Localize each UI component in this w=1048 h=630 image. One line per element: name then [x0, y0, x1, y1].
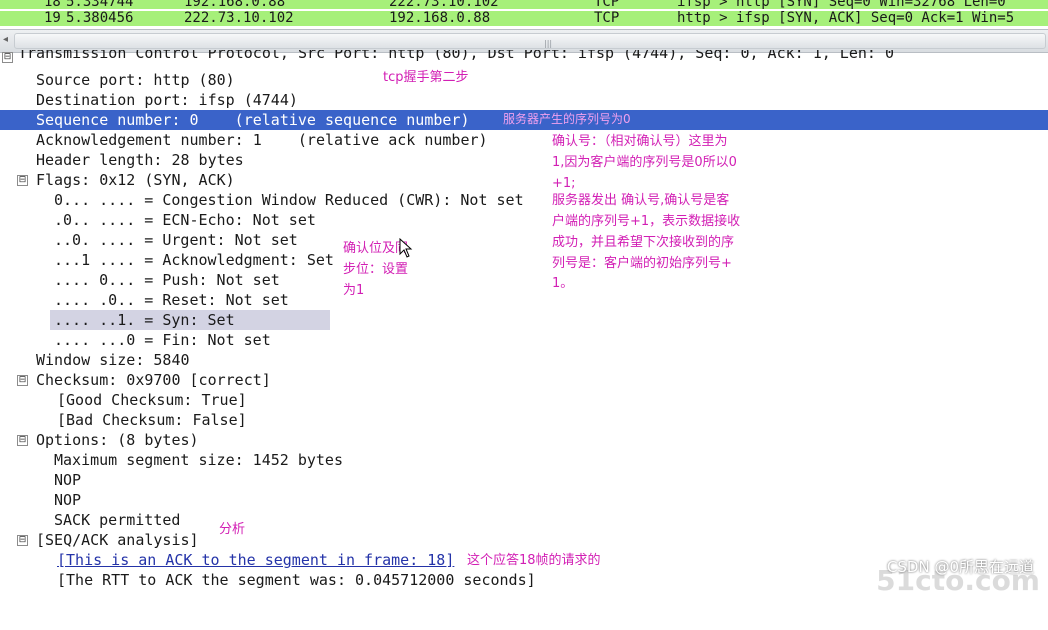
tree-item-flag-reset[interactable]: .... .0.. = Reset: Not set [0, 290, 1048, 310]
tree-item-nop[interactable]: NOP [0, 470, 1048, 490]
collapse-icon[interactable]: ⊟ [17, 535, 28, 546]
tree-item-window-size[interactable]: Window size: 5840 [0, 350, 1048, 370]
tree-item-flag-ack[interactable]: ...1 .... = Acknowledgment: Set [0, 250, 1048, 270]
flag-push-label: .... 0... = Push: Not set [54, 271, 280, 289]
flag-ack-label: ...1 .... = Acknowledgment: Set [54, 251, 334, 269]
flag-urgent-label: ..0. .... = Urgent: Not set [54, 231, 298, 249]
annotation-ack-note-5: 户端的序列号+1，表示数据接收 [552, 214, 741, 229]
flag-reset-label: .... .0.. = Reset: Not set [54, 291, 289, 309]
tree-item-bad-checksum[interactable]: [Bad Checksum: False] [0, 410, 1048, 430]
packet-protocol: TCP [594, 10, 620, 26]
annotation-ackbit-2: 步位：设置 [343, 262, 409, 277]
nop-label: NOP [54, 491, 82, 509]
packet-number: 19 [44, 10, 61, 26]
annotation-frame-note: 这个应答18帧的请求的 [467, 553, 601, 568]
good-checksum-label: [Good Checksum: True] [57, 391, 247, 409]
annotation-ackbit-3: 为1 [343, 283, 365, 298]
flag-cwr-label: 0... .... = Congestion Window Reduced (C… [54, 191, 524, 209]
checksum-label: Checksum: 0x9700 [correct] [36, 371, 271, 389]
nop-label: NOP [54, 471, 82, 489]
annotation-ack-note-1: 确认号：（相对确认号）这里为 [552, 134, 728, 149]
tree-item-seq-ack-analysis[interactable]: ⊟ [SEQ/ACK analysis] [0, 530, 1048, 550]
source-port-label: Source port: http (80) [36, 71, 235, 89]
bad-checksum-label: [Bad Checksum: False] [57, 411, 247, 429]
tree-item-tcp[interactable]: ⊟ Transmission Control Protocol, Src Por… [0, 50, 1048, 66]
annotation-analysis: 分析 [219, 522, 246, 537]
packet-info: ifsp > http [SYN] Seq=0 Win=32768 Len=0 [677, 0, 1006, 10]
annotation-server-seq: 服务器产生的序列号为0 [503, 112, 631, 126]
packet-row[interactable]: 19 5.380456 222.73.10.102 192.168.0.88 T… [0, 11, 1048, 26]
tree-item-good-checksum[interactable]: [Good Checksum: True] [0, 390, 1048, 410]
tree-item-flag-push[interactable]: .... 0... = Push: Not set [0, 270, 1048, 290]
scrollbar-thumb[interactable]: ||| [14, 33, 1046, 49]
sequence-number-label: Sequence number: 0 (relative sequence nu… [36, 111, 470, 129]
window-size-label: Window size: 5840 [36, 351, 190, 369]
packet-destination: 192.168.0.88 [389, 10, 491, 26]
sack-label: SACK permitted [54, 511, 181, 529]
header-length-label: Header length: 28 bytes [36, 151, 244, 169]
annotation-ack-note-7: 列号是：客户端的初始序列号+ [552, 256, 732, 271]
flag-ecn-label: .0.. .... = ECN-Echo: Not set [54, 211, 316, 229]
packet-source: 222.73.10.102 [184, 10, 294, 26]
rtt-label: [The RTT to ACK the segment was: 0.04571… [57, 571, 536, 589]
destination-port-label: Destination port: ifsp (4744) [36, 91, 298, 109]
scroll-left-arrow-icon[interactable]: ◂ [3, 34, 8, 45]
ack-to-segment-link[interactable]: [This is an ACK to the segment in frame:… [57, 550, 454, 570]
ack-number-label: Acknowledgement number: 1 (relative ack … [36, 131, 488, 149]
tree-item-mss[interactable]: Maximum segment size: 1452 bytes [0, 450, 1048, 470]
collapse-icon[interactable]: ⊟ [17, 375, 28, 386]
tree-item-ack-number[interactable]: Acknowledgement number: 1 (relative ack … [0, 130, 1048, 150]
tree-item-flag-fin[interactable]: .... ...0 = Fin: Not set [0, 330, 1048, 350]
annotation-ack-note-8: 1。 [552, 276, 574, 291]
collapse-icon[interactable]: ⊟ [2, 52, 13, 63]
options-label: Options: (8 bytes) [36, 431, 199, 449]
tree-item-nop[interactable]: NOP [0, 490, 1048, 510]
tree-item-checksum[interactable]: ⊟ Checksum: 0x9700 [correct] [0, 370, 1048, 390]
packet-time: 5.380456 [66, 10, 134, 26]
tree-item-sack[interactable]: SACK permitted [0, 510, 1048, 530]
seq-ack-analysis-label: [SEQ/ACK analysis] [36, 531, 199, 549]
packet-source: 192.168.0.88 [184, 0, 286, 10]
tree-item-header-length[interactable]: Header length: 28 bytes [0, 150, 1048, 170]
annotation-ack-note-4: 服务器发出 确认号,确认号是客 [552, 193, 730, 208]
annotation-ack-note-6: 成功，并且希望下次接收到的序 [552, 235, 735, 250]
collapse-icon[interactable]: ⊟ [17, 175, 28, 186]
mss-label: Maximum segment size: 1452 bytes [54, 451, 343, 469]
flags-label: Flags: 0x12 (SYN, ACK) [36, 171, 235, 189]
tree-item-flag-urgent[interactable]: ..0. .... = Urgent: Not set [0, 230, 1048, 250]
tree-item-options[interactable]: ⊟ Options: (8 bytes) [0, 430, 1048, 450]
packet-row[interactable]: 18 5.334744 192.168.0.88 222.73.10.102 T… [0, 0, 1048, 9]
csdn-watermark: CSDN @0所思在远道 [886, 558, 1034, 576]
flag-fin-label: .... ...0 = Fin: Not set [54, 331, 271, 349]
mouse-cursor-icon [399, 238, 413, 258]
annotation-ack-note-2: 1,因为客户端的序列号是0所以0 [552, 155, 737, 170]
packet-info: http > ifsp [SYN, ACK] Seq=0 Ack=1 Win=5 [677, 10, 1015, 26]
tcp-header-label: Transmission Control Protocol, Src Port:… [18, 50, 894, 62]
tree-item-source-port[interactable]: Source port: http (80) [0, 70, 1048, 90]
tree-item-flag-syn[interactable]: .... ..1. = Syn: Set [50, 310, 330, 330]
packet-time: 5.334744 [66, 0, 134, 10]
packet-number: 18 [44, 0, 61, 10]
flag-syn-label: .... ..1. = Syn: Set [54, 311, 235, 329]
tree-item-destination-port[interactable]: Destination port: ifsp (4744) [0, 90, 1048, 110]
annotation-tcp-step: tcp握手第二步 [383, 70, 469, 85]
tree-item-flags[interactable]: ⊟ Flags: 0x12 (SYN, ACK) [0, 170, 1048, 190]
scroll-grip-icon: ||| [544, 39, 553, 48]
packet-protocol: TCP [594, 0, 620, 10]
collapse-icon[interactable]: ⊟ [17, 435, 28, 446]
packet-list: 18 5.334744 192.168.0.88 222.73.10.102 T… [0, 0, 1048, 28]
tree-item-flag-cwr[interactable]: 0... .... = Congestion Window Reduced (C… [0, 190, 1048, 210]
packet-destination: 222.73.10.102 [389, 0, 499, 10]
tree-item-flag-ecn[interactable]: .0.. .... = ECN-Echo: Not set [0, 210, 1048, 230]
